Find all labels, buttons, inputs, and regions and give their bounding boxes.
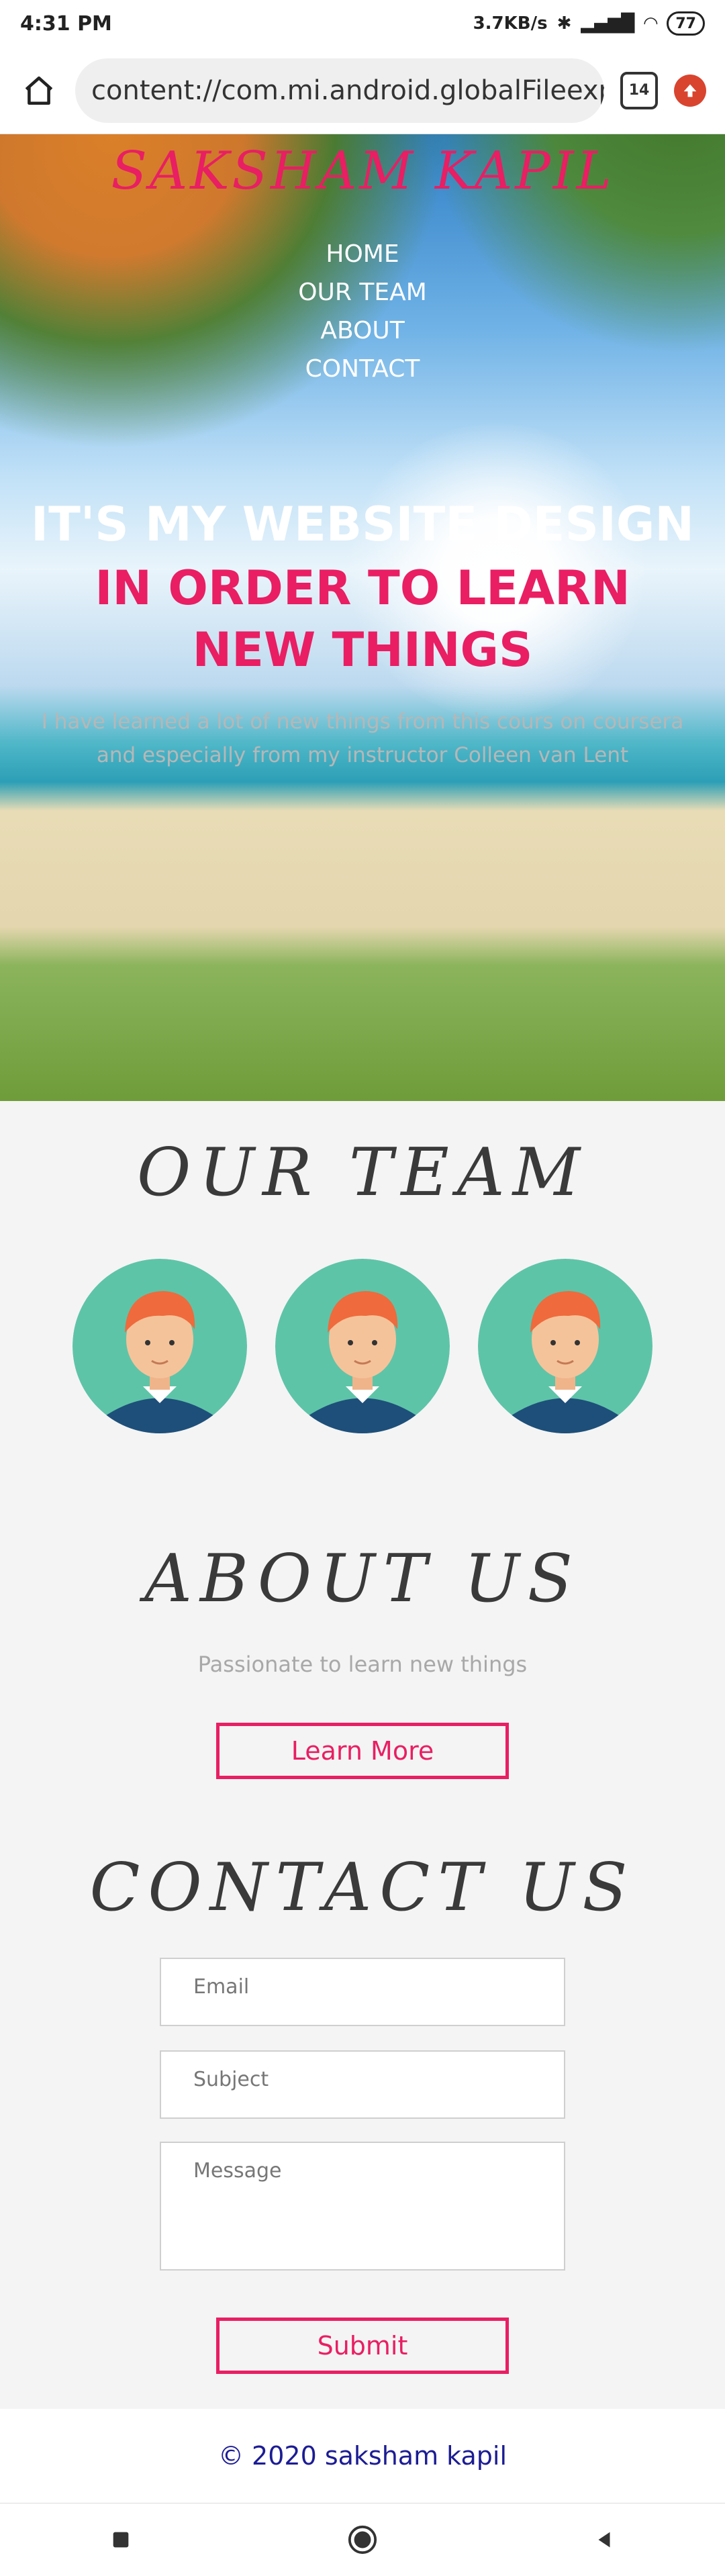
learn-more-button[interactable]: Learn More xyxy=(216,1723,509,1779)
home-icon[interactable] xyxy=(19,70,59,111)
site-footer: © 2020 saksham kapil xyxy=(0,2409,725,2503)
subject-field[interactable]: Subject xyxy=(160,2050,565,2119)
network-speed: 3.7KB/s xyxy=(473,13,548,34)
battery-icon: 77 xyxy=(667,11,705,36)
about-description: Passionate to learn new things xyxy=(197,1652,528,1677)
submit-button[interactable]: Submit xyxy=(216,2318,509,2374)
hero-subtitle: IN ORDER TO LEARN NEW THINGS xyxy=(95,561,630,677)
hero-section: SAKSHAM KAPIL HOME OUR TEAM ABOUT CONTAC… xyxy=(0,134,725,1101)
status-time: 4:31 PM xyxy=(20,11,112,36)
team-title: OUR TEAM xyxy=(137,1135,588,1211)
status-bar: 4:31 PM 3.7KB/s ✱ ▂▄▆█ ◠ 77 xyxy=(0,0,725,47)
site-brand[interactable]: SAKSHAM KAPIL xyxy=(0,141,725,201)
nav-contact[interactable]: CONTACT xyxy=(0,350,725,388)
nav-about[interactable]: ABOUT xyxy=(0,312,725,350)
footer-copyright: © 2020 saksham kapil xyxy=(218,2441,508,2471)
battery-level: 77 xyxy=(675,15,696,32)
home-nav-icon[interactable] xyxy=(336,2513,389,2567)
message-field[interactable]: Message xyxy=(160,2142,565,2271)
signal-icon: ▂▄▆█ xyxy=(581,13,635,34)
browser-toolbar: content://com.mi.android.globalFileexplo… xyxy=(0,47,725,134)
nav-our-team[interactable]: OUR TEAM xyxy=(0,273,725,312)
tabs-button[interactable]: 14 xyxy=(620,71,658,109)
avatar xyxy=(478,1259,652,1433)
recents-icon[interactable] xyxy=(94,2513,148,2567)
bluetooth-icon: ✱ xyxy=(557,13,572,34)
about-title: ABOUT US xyxy=(144,1541,581,1617)
hero-title: IT'S MY WEBSITE DESIGN xyxy=(31,497,694,552)
wifi-icon: ◠ xyxy=(644,13,658,34)
hero-description: I have learned a lot of new things from … xyxy=(41,710,684,767)
avatar xyxy=(275,1259,450,1433)
site-nav: HOME OUR TEAM ABOUT CONTACT xyxy=(0,235,725,388)
avatar xyxy=(72,1259,247,1433)
team-members xyxy=(0,1259,725,1433)
system-nav-bar xyxy=(0,2503,725,2576)
contact-title: CONTACT US xyxy=(89,1850,636,1926)
back-icon[interactable] xyxy=(577,2513,631,2567)
email-field[interactable]: Email xyxy=(160,1958,565,2026)
address-bar[interactable]: content://com.mi.android.globalFileexplo xyxy=(75,58,604,123)
nav-home[interactable]: HOME xyxy=(0,235,725,273)
upload-icon[interactable] xyxy=(674,74,706,107)
